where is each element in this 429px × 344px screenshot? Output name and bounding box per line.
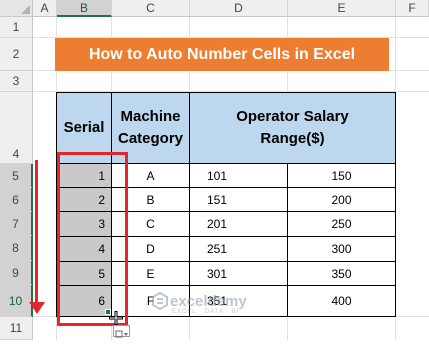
row-header-3[interactable]: 3 (0, 71, 33, 92)
header-salary-line2: Range($) (260, 130, 325, 147)
salary-high-cell[interactable]: 200 (287, 187, 396, 212)
arrow-head-icon (29, 302, 45, 314)
drag-direction-arrow (35, 160, 38, 305)
row-header-2[interactable]: 2 (0, 38, 33, 71)
salary-low-cell[interactable]: 301 (189, 261, 288, 286)
selection-highlight-box (57, 152, 128, 326)
salary-low-cell[interactable]: 151 (189, 187, 288, 212)
row-header-4[interactable]: 4 (0, 92, 33, 164)
row-header-5[interactable]: 5 (0, 164, 33, 188)
column-header-b[interactable]: B (57, 0, 112, 17)
row-header-7[interactable]: 7 (0, 212, 33, 236)
salary-high-cell[interactable]: 150 (287, 163, 396, 188)
salary-high-cell[interactable]: 300 (287, 236, 396, 262)
column-header-f[interactable]: F (396, 0, 429, 17)
salary-low-cell[interactable]: 101 (189, 163, 288, 188)
select-all-corner[interactable] (0, 0, 33, 17)
row-header-9[interactable]: 9 (0, 261, 33, 285)
header-salary-line1: Operator Salary (236, 108, 349, 125)
crosshair-cursor-icon (109, 311, 123, 325)
auto-fill-options-icon (115, 330, 128, 338)
column-header-d[interactable]: D (190, 0, 288, 17)
row-header-11[interactable]: 11 (0, 317, 33, 340)
column-header-a[interactable]: A (33, 0, 57, 17)
row-header-8[interactable]: 8 (0, 236, 33, 261)
header-operator-salary[interactable]: Operator Salary Range($) (189, 92, 396, 164)
watermark-logo: exceldemy EXCEL · DATA · BI (150, 291, 247, 315)
row-header-1[interactable]: 1 (0, 17, 33, 38)
salary-low-cell[interactable]: 201 (189, 211, 288, 237)
auto-fill-options-button[interactable] (113, 325, 130, 338)
header-machine-line1: Machine (120, 108, 181, 125)
exceldemy-logo-icon (152, 291, 168, 311)
row-header-6[interactable]: 6 (0, 188, 33, 212)
salary-high-cell[interactable]: 350 (287, 261, 396, 286)
select-all-icon (21, 5, 30, 14)
sheet-title[interactable]: How to Auto Number Cells in Excel (55, 38, 389, 71)
salary-low-cell[interactable]: 251 (189, 236, 288, 262)
column-header-e[interactable]: E (288, 0, 396, 17)
salary-high-cell[interactable]: 250 (287, 211, 396, 237)
watermark-tagline: EXCEL · DATA · BI (172, 309, 240, 315)
watermark-name: exceldemy (170, 292, 247, 310)
column-header-c[interactable]: C (112, 0, 190, 17)
salary-high-cell[interactable]: 400 (287, 285, 396, 317)
header-machine-line2: Category (117, 130, 184, 147)
